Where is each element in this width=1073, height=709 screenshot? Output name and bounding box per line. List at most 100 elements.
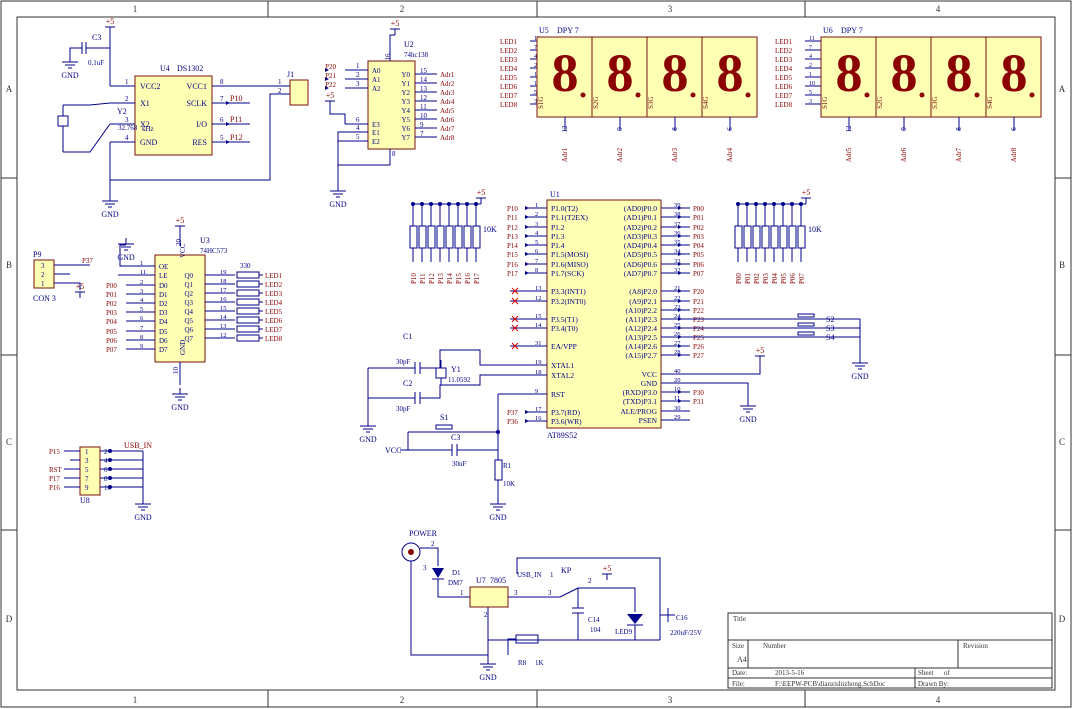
u3-pin-num: 18 bbox=[220, 278, 227, 285]
key-body bbox=[797, 313, 815, 318]
u4-pin-name: VCC2 bbox=[140, 82, 160, 91]
u1-pin-name: (A9)P2.1 bbox=[629, 297, 657, 306]
u1-pin-name: (A13)P2.5 bbox=[626, 333, 658, 342]
u2-pin-num: 15 bbox=[420, 67, 428, 75]
r1-body bbox=[494, 459, 503, 481]
u3-pin-num: 2 bbox=[140, 279, 143, 286]
u4-pin-num: 4 bbox=[125, 134, 129, 142]
u4-ref: U4 bbox=[160, 64, 170, 73]
u1-pin-num: 9 bbox=[535, 388, 538, 395]
pin-arrow bbox=[525, 243, 529, 247]
decimal-point bbox=[864, 92, 870, 98]
dpy-led-net: LED5 bbox=[500, 74, 518, 82]
u2-pin-name: E2 bbox=[372, 138, 380, 146]
row-marker: B bbox=[6, 260, 12, 270]
digit-glyph: 8 bbox=[607, 43, 634, 103]
dpy-led-net: LED6 bbox=[775, 83, 793, 91]
u8-pin-num: 2 bbox=[104, 448, 108, 456]
rn-net: P02 bbox=[753, 273, 761, 284]
digit-adr-net: Adr6 bbox=[900, 147, 908, 162]
u3-led-net: LED6 bbox=[265, 317, 283, 325]
ground-label: GND bbox=[134, 513, 152, 522]
dpy-led-net: LED3 bbox=[500, 56, 518, 64]
dpy-led-net: LED1 bbox=[775, 38, 793, 46]
u2-net: P22 bbox=[325, 81, 336, 89]
u1-pin-name: P1.3 bbox=[551, 232, 565, 241]
rn-net: P04 bbox=[771, 273, 779, 284]
p9-pin-num: 1 bbox=[41, 280, 45, 288]
junction-dot bbox=[772, 202, 776, 206]
u2-pin-num: 14 bbox=[420, 76, 428, 84]
digit-adr-net: Adr3 bbox=[671, 147, 679, 162]
decimal-point bbox=[1029, 92, 1035, 98]
kp-ref: KP bbox=[561, 566, 572, 575]
u1-pin-name: (AD1)P0.1 bbox=[624, 213, 657, 222]
supply-label: +5 bbox=[603, 564, 612, 573]
u1-net: P36 bbox=[507, 418, 518, 426]
u1-net: P26 bbox=[693, 343, 704, 351]
y1-ref: Y1 bbox=[451, 365, 461, 374]
c3-val: 0.1uF bbox=[88, 59, 104, 67]
x2-wire bbox=[63, 123, 111, 153]
u3-series-resistor bbox=[236, 334, 260, 342]
digit-common: S3G bbox=[647, 97, 655, 109]
dpy-led-net: LED2 bbox=[500, 47, 518, 55]
dpy-pin-num: 5 bbox=[809, 90, 812, 96]
c1-ref: C1 bbox=[403, 332, 412, 341]
u1-pin-name: P1.2 bbox=[551, 223, 565, 232]
u2-pin-name: A1 bbox=[372, 76, 381, 84]
u2-adr-net: Adr3 bbox=[440, 89, 455, 97]
u2-gnd-num: 8 bbox=[392, 150, 396, 158]
column-marker: 1 bbox=[133, 4, 138, 14]
key-ref: S4 bbox=[826, 333, 834, 342]
u7-pin: 1 bbox=[460, 589, 464, 597]
u1-pin-name: P1.0(T2) bbox=[551, 204, 578, 213]
u1-pin-name: (A11)P2.3 bbox=[626, 315, 657, 324]
key-ref: S2 bbox=[826, 315, 834, 324]
u4-net-label: P10 bbox=[230, 94, 242, 103]
rn-net: P13 bbox=[437, 273, 445, 284]
u2-pin-name: E3 bbox=[372, 121, 380, 129]
junction-dot bbox=[736, 202, 740, 206]
u3-pin-name: D1 bbox=[159, 291, 168, 299]
row-marker: B bbox=[1059, 260, 1065, 270]
row-marker: A bbox=[1059, 84, 1066, 94]
u1-pin-name: XTAL2 bbox=[551, 371, 574, 380]
u2-adr-net: Adr8 bbox=[440, 134, 455, 142]
u2-pin-name: A0 bbox=[372, 67, 381, 75]
u2-part: 74hc138 bbox=[404, 51, 429, 59]
u4-pin-num: 2 bbox=[125, 95, 129, 103]
digit-adr-net: Adr2 bbox=[616, 147, 624, 162]
xtal1-wire bbox=[420, 349, 525, 369]
u3-pin-num: 1 bbox=[140, 260, 143, 267]
u1-pin-num: 8 bbox=[535, 267, 538, 274]
u3-series-resistor bbox=[236, 298, 260, 306]
column-marker: 4 bbox=[936, 695, 941, 705]
rn-resistor bbox=[427, 225, 436, 249]
c16-ref: C16 bbox=[676, 614, 688, 622]
u1-pin-name: P3.2(INT0) bbox=[551, 297, 586, 306]
u3-pin-num: 13 bbox=[220, 323, 227, 330]
p9-ref: P9 bbox=[33, 250, 41, 259]
dpy-pin-num: 1 bbox=[809, 72, 812, 78]
pin-arrow bbox=[525, 410, 529, 414]
j1-pin: 2 bbox=[278, 87, 282, 95]
u1-net: P30 bbox=[693, 389, 704, 397]
u4-pin-name: I/O bbox=[196, 120, 207, 129]
dpy-led-net: LED5 bbox=[775, 74, 793, 82]
u1-pin-name: P1.5(MOSI) bbox=[551, 250, 589, 259]
u1-pin-num: 13 bbox=[535, 285, 542, 292]
ground-label: GND bbox=[117, 253, 135, 262]
rn-net: P14 bbox=[446, 273, 454, 284]
supply-label: +5 bbox=[477, 188, 486, 197]
u4-pin-name: SCLK bbox=[187, 99, 208, 108]
u7-part: 7805 bbox=[490, 576, 506, 585]
jack-pin: 3 bbox=[423, 564, 427, 572]
u1-net: P03 bbox=[693, 233, 704, 241]
rn-resistor bbox=[770, 225, 779, 249]
u3-led-net: LED2 bbox=[265, 281, 283, 289]
d1-diode bbox=[432, 568, 444, 578]
rn-value: 10K bbox=[808, 225, 822, 234]
u3-series-resistor bbox=[236, 307, 260, 315]
u1-net: P14 bbox=[507, 242, 518, 250]
